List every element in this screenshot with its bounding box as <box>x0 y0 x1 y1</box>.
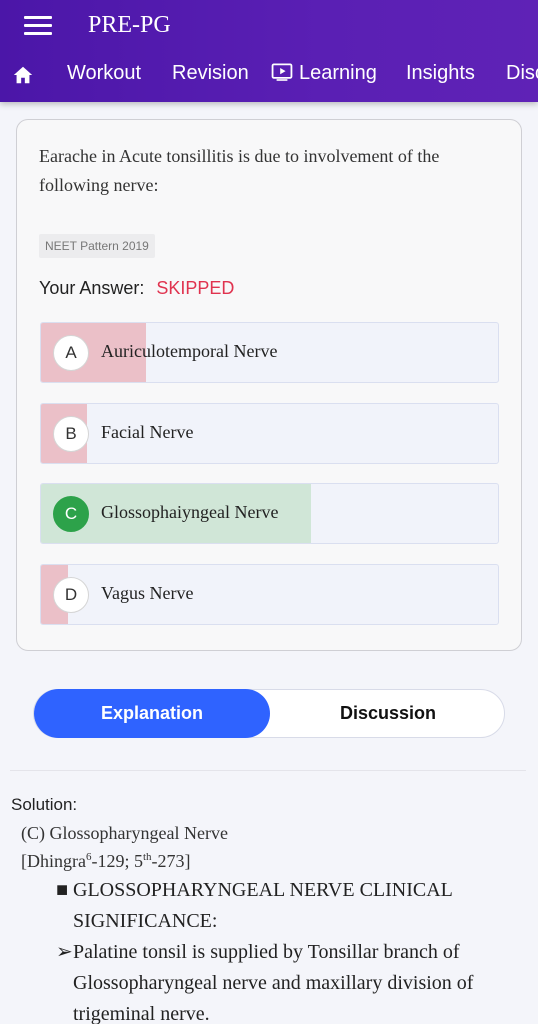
option-b[interactable]: B Facial Nerve <box>40 403 499 464</box>
your-answer-label: Your Answer: <box>39 278 145 298</box>
arrow-bullet-icon: ➢ <box>56 941 73 963</box>
divider <box>10 770 526 771</box>
solution-answer: (C) Glossopharyngeal Nerve <box>21 823 228 843</box>
ref-text: [Dhingra <box>21 851 86 871</box>
option-text: Vagus Nerve <box>101 583 194 603</box>
tab-learning[interactable]: Learning <box>271 62 377 85</box>
bullet-text: Palatine tonsil is supplied by Tonsillar… <box>73 941 474 1024</box>
option-text: Facial Nerve <box>101 422 194 442</box>
app-title: PRE-PG <box>88 12 171 38</box>
your-answer-status: SKIPPED <box>156 278 235 298</box>
option-letter: B <box>53 416 89 452</box>
nav-tabs: Workout Revision Learning Insights Disc <box>0 58 538 94</box>
option-letter: D <box>53 577 89 613</box>
tab-discussion[interactable]: Disc <box>506 62 538 85</box>
option-c[interactable]: C Glossophaiyngeal Nerve <box>40 483 499 544</box>
solution-bullet-point: ➢ Palatine tonsil is supplied by Tonsill… <box>56 937 516 1024</box>
option-text: Glossophaiyngeal Nerve <box>101 502 279 522</box>
your-answer-row: Your Answer: SKIPPED <box>39 278 234 299</box>
tab-workout[interactable]: Workout <box>67 62 141 85</box>
bullet-text: GLOSSOPHARYNGEAL NERVE CLINICAL SIGNIFIC… <box>73 879 453 932</box>
tab-revision[interactable]: Revision <box>172 62 249 85</box>
option-a[interactable]: A Auriculotemporal Nerve <box>40 322 499 383</box>
option-text: Auriculotemporal Nerve <box>101 341 278 361</box>
app-header: PRE-PG Workout Revision Learning Insight… <box>0 0 538 102</box>
square-bullet-icon: ■ <box>56 879 69 901</box>
hamburger-menu-icon[interactable] <box>24 16 52 38</box>
option-d[interactable]: D Vagus Nerve <box>40 564 499 625</box>
tab-insights[interactable]: Insights <box>406 62 475 85</box>
solution-heading: Solution: <box>11 795 78 814</box>
ref-text: -273] <box>151 851 191 871</box>
play-screen-icon <box>271 63 293 81</box>
ref-text: -129; 5 <box>91 851 143 871</box>
option-letter-correct: C <box>53 496 89 532</box>
exam-tag: NEET Pattern 2019 <box>39 234 155 258</box>
solution-bullet-heading: ■ GLOSSOPHARYNGEAL NERVE CLINICAL SIGNIF… <box>56 875 516 937</box>
explanation-discussion-toggle: Explanation Discussion <box>33 689 505 738</box>
explanation-tab[interactable]: Explanation <box>34 689 270 738</box>
option-letter: A <box>53 335 89 371</box>
tab-learning-label: Learning <box>299 62 377 84</box>
ref-sup: th <box>142 851 152 863</box>
question-text: Earache in Acute tonsillitis is due to i… <box>39 146 440 195</box>
discussion-tab[interactable]: Discussion <box>270 690 506 737</box>
question-card: Earache in Acute tonsillitis is due to i… <box>16 119 522 651</box>
solution-reference: [Dhingra6-129; 5th-273] <box>21 851 191 872</box>
home-icon[interactable] <box>12 64 34 86</box>
